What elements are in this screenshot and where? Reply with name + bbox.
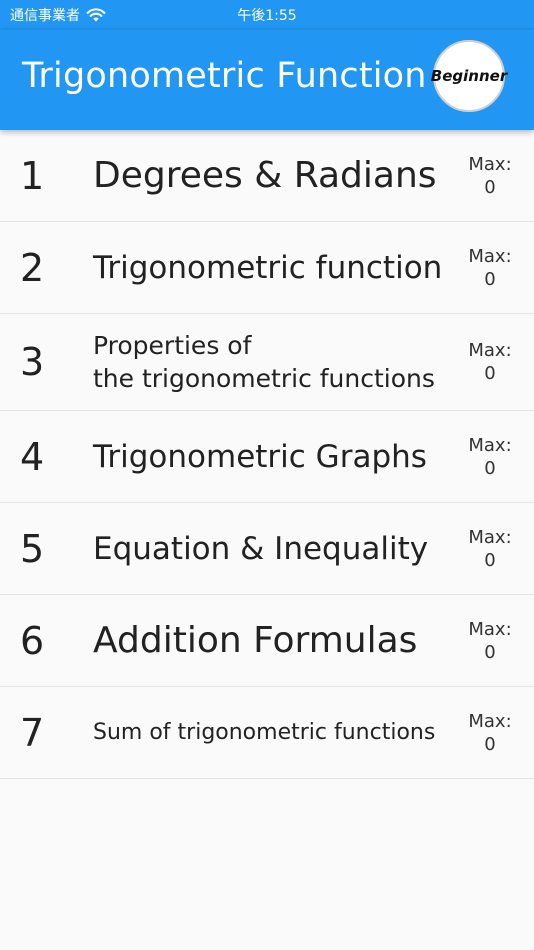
- max-value: 0: [484, 268, 496, 290]
- max-label: Max:: [468, 340, 512, 361]
- lesson-max-score: Max: 0: [466, 314, 514, 410]
- level-badge-button[interactable]: Beginner: [431, 40, 507, 112]
- max-label: Max:: [468, 526, 512, 548]
- lesson-item-2[interactable]: 2 Trigonometric function Max: 0: [0, 222, 534, 314]
- lesson-max-score: Max: 0: [466, 595, 514, 686]
- lesson-item-4[interactable]: 4 Trigonometric Graphs Max: 0: [0, 411, 534, 503]
- lesson-title: Equation & Inequality: [93, 530, 429, 567]
- lesson-max-score: Max: 0: [466, 222, 514, 313]
- lesson-item-3[interactable]: 3 Properties of the trigonometric functi…: [0, 314, 534, 411]
- lesson-item-1[interactable]: 1 Degrees & Radians Max: 0: [0, 130, 534, 222]
- lesson-list: 1 Degrees & Radians Max: 0 2 Trigonometr…: [0, 130, 534, 779]
- lesson-title: Sum of trigonometric functions: [93, 720, 436, 745]
- lesson-number: 2: [20, 245, 45, 290]
- max-value: 0: [484, 176, 496, 198]
- max-label: Max:: [468, 245, 512, 267]
- lesson-number: 7: [20, 710, 45, 755]
- max-value: 0: [484, 457, 496, 479]
- lesson-max-score: Max: 0: [466, 503, 514, 594]
- lesson-number: 1: [20, 153, 45, 198]
- max-value: 0: [484, 641, 496, 663]
- lesson-item-7[interactable]: 7 Sum of trigonometric functions Max: 0: [0, 687, 534, 779]
- max-label: Max:: [468, 153, 512, 175]
- lesson-title-line-2: the trigonometric functions: [93, 364, 435, 393]
- status-bar: 通信事業者 午後1:55: [0, 0, 534, 30]
- max-label: Max:: [468, 434, 512, 456]
- lesson-title: Degrees & Radians: [93, 155, 437, 196]
- max-value: 0: [484, 733, 496, 755]
- max-value: 0: [484, 363, 496, 384]
- app-bar: Trigonometric Function Beginner: [0, 30, 534, 130]
- lesson-item-6[interactable]: 6 Addition Formulas Max: 0: [0, 595, 534, 687]
- lesson-number: 4: [20, 434, 45, 479]
- lesson-max-score: Max: 0: [466, 411, 514, 502]
- max-label: Max:: [468, 710, 512, 732]
- app-title: Trigonometric Function: [22, 56, 427, 96]
- lesson-item-5[interactable]: 5 Equation & Inequality Max: 0: [0, 503, 534, 595]
- lesson-number: 3: [20, 340, 45, 384]
- lesson-title: Trigonometric Graphs: [93, 438, 427, 475]
- lesson-title: Addition Formulas: [93, 620, 418, 661]
- lesson-title: Trigonometric function: [93, 249, 443, 286]
- lesson-number: 5: [20, 526, 45, 571]
- lesson-title-line-1: Properties of: [93, 331, 252, 360]
- lesson-title: Properties of the trigonometric function…: [93, 314, 453, 410]
- lesson-max-score: Max: 0: [466, 687, 514, 778]
- lesson-number: 6: [20, 618, 45, 663]
- max-label: Max:: [468, 618, 512, 640]
- lesson-max-score: Max: 0: [466, 130, 514, 221]
- max-value: 0: [484, 549, 496, 571]
- status-time: 午後1:55: [237, 8, 297, 24]
